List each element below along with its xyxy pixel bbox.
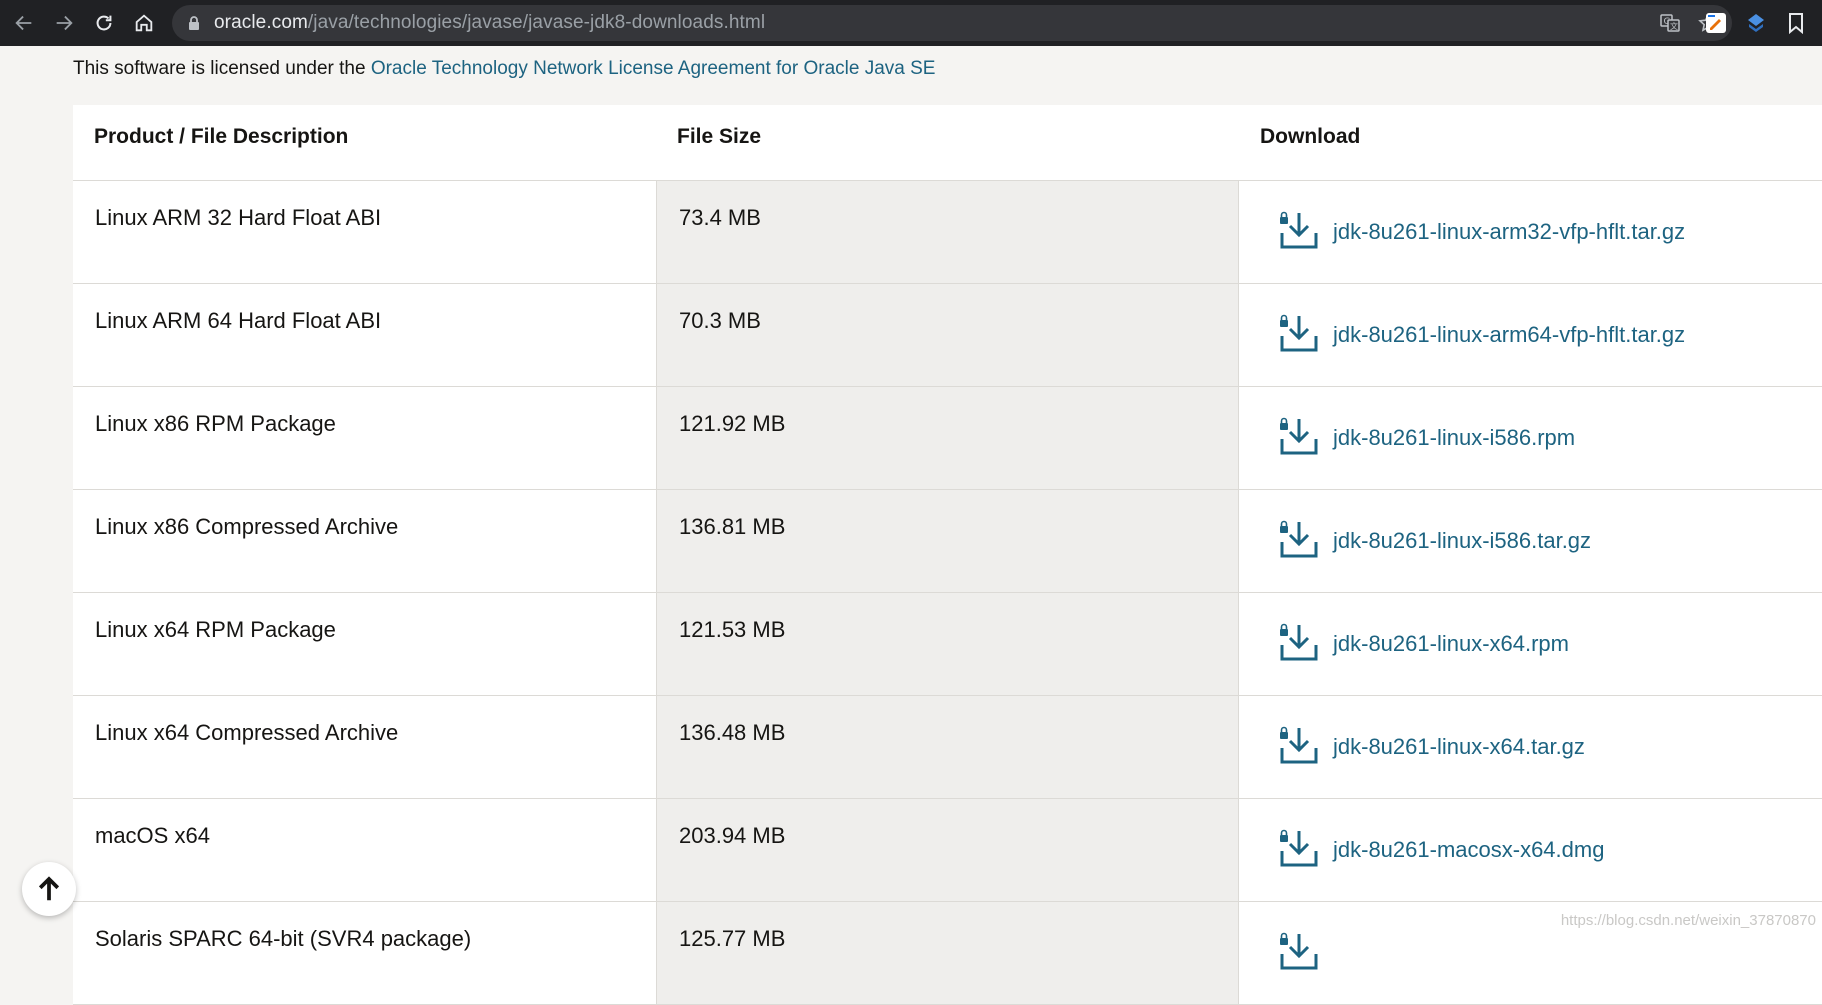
back-to-top-button[interactable] <box>22 862 76 916</box>
download-cell: jdk-8u261-linux-x64.tar.gz <box>1239 696 1822 798</box>
file-size: 136.81 MB <box>656 490 1239 592</box>
arrow-up-icon <box>38 876 60 901</box>
download-link[interactable]: jdk-8u261-linux-x64.tar.gz <box>1333 734 1585 760</box>
file-size: 203.94 MB <box>656 799 1239 901</box>
product-description: Linux ARM 32 Hard Float ABI <box>95 205 382 230</box>
table-row: macOS x64 203.94 MB jdk-8u261-macosx-x64.d… <box>73 799 1822 902</box>
download-link[interactable]: jdk-8u261-linux-arm64-vfp-hflt.tar.gz <box>1333 322 1685 348</box>
download-cell: jdk-8u261-linux-i586.rpm <box>1239 387 1822 489</box>
file-size: 136.48 MB <box>656 696 1239 798</box>
license-agreement-link[interactable]: Oracle Technology Network License Agreem… <box>371 58 936 79</box>
file-size: 121.92 MB <box>656 387 1239 489</box>
table-row: Linux ARM 64 Hard Float ABI 70.3 MB jdk-8u… <box>73 284 1822 387</box>
download-cell: jdk-8u261-linux-arm32-vfp-hflt.tar.gz <box>1239 181 1822 283</box>
table-row: Linux x86 RPM Package 121.92 MB jdk-8u261-… <box>73 387 1822 490</box>
address-bar[interactable]: oracle.com/java/technologies/javase/java… <box>172 5 1732 41</box>
table-row: Linux ARM 32 Hard Float ABI 73.4 MB jdk-8u… <box>73 181 1822 284</box>
home-button[interactable] <box>124 3 164 43</box>
download-lock-icon[interactable] <box>1277 827 1321 871</box>
forward-button[interactable] <box>44 3 84 43</box>
reload-button[interactable] <box>84 3 124 43</box>
download-link[interactable]: jdk-8u261-macosx-x64.dmg <box>1333 837 1604 863</box>
download-lock-icon[interactable] <box>1277 518 1321 562</box>
product-description: Linux x86 Compressed Archive <box>95 514 399 539</box>
url-host: oracle.com <box>214 12 308 33</box>
watermark: https://blog.csdn.net/weixin_37870870 <box>1560 912 1816 929</box>
reload-icon <box>96 15 112 31</box>
license-notice: This software is licensed under the Orac… <box>73 58 935 80</box>
download-link[interactable]: jdk-8u261-linux-x64.rpm <box>1333 631 1569 657</box>
table-body: Linux ARM 32 Hard Float ABI 73.4 MB jdk-8u… <box>73 181 1822 1005</box>
download-lock-icon[interactable] <box>1277 312 1321 356</box>
header-product: Product / File Description <box>94 125 349 148</box>
product-description: Linux x64 RPM Package <box>95 617 336 642</box>
browser-toolbar: oracle.com/java/technologies/javase/java… <box>0 0 1822 46</box>
product-description: macOS x64 <box>95 823 210 848</box>
forward-icon <box>56 15 73 31</box>
license-prefix: This software is licensed under the <box>73 58 371 79</box>
table-row: Linux x64 RPM Package 121.53 MB jdk-8u261-… <box>73 593 1822 696</box>
translate-icon[interactable]: G文 <box>1660 13 1680 33</box>
back-button[interactable] <box>4 3 44 43</box>
download-link[interactable]: jdk-8u261-linux-arm32-vfp-hflt.tar.gz <box>1333 219 1685 245</box>
file-size: 121.53 MB <box>656 593 1239 695</box>
download-cell: jdk-8u261-linux-x64.rpm <box>1239 593 1822 695</box>
product-description: Solaris SPARC 64-bit (SVR4 package) <box>95 926 472 951</box>
header-download: Download <box>1260 125 1361 148</box>
download-lock-icon[interactable] <box>1277 724 1321 768</box>
download-link[interactable]: jdk-8u261-linux-i586.tar.gz <box>1333 528 1591 554</box>
table-header: Product / File Description File Size Dow… <box>73 105 1822 181</box>
lock-icon[interactable] <box>186 15 202 31</box>
download-lock-icon[interactable] <box>1277 621 1321 665</box>
download-cell: jdk-8u261-linux-i586.tar.gz <box>1239 490 1822 592</box>
home-icon <box>135 14 153 32</box>
extension-icon[interactable] <box>1704 11 1728 35</box>
url-path: /java/technologies/javase/javase-jdk8-do… <box>307 12 766 33</box>
file-size: 125.77 MB <box>656 902 1239 1004</box>
download-lock-icon[interactable] <box>1277 209 1321 253</box>
extension-icon[interactable] <box>1744 11 1768 35</box>
table-row: Linux x64 Compressed Archive 136.48 MB jdk… <box>73 696 1822 799</box>
table-row: Linux x86 Compressed Archive 136.81 MB jdk… <box>73 490 1822 593</box>
table-row: Solaris SPARC 64-bit (SVR4 package) 125.7… <box>73 902 1822 1005</box>
downloads-table: Product / File Description File Size Dow… <box>73 105 1822 1005</box>
product-description: Linux x64 Compressed Archive <box>95 720 399 745</box>
back-icon <box>15 15 32 31</box>
file-size: 73.4 MB <box>656 181 1239 283</box>
url-text[interactable]: oracle.com/java/technologies/javase/java… <box>214 12 765 34</box>
extensions-area <box>1700 0 1822 46</box>
download-lock-icon[interactable] <box>1277 415 1321 459</box>
header-file-size: File Size <box>677 125 762 148</box>
product-description: Linux x86 RPM Package <box>95 411 336 436</box>
bookmark-icon[interactable] <box>1784 11 1808 35</box>
download-link[interactable]: jdk-8u261-linux-i586.rpm <box>1333 425 1575 451</box>
download-cell: jdk-8u261-linux-arm64-vfp-hflt.tar.gz <box>1239 284 1822 386</box>
product-description: Linux ARM 64 Hard Float ABI <box>95 308 382 333</box>
file-size: 70.3 MB <box>656 284 1239 386</box>
svg-text:文: 文 <box>1670 21 1678 31</box>
download-lock-icon[interactable] <box>1277 930 1321 974</box>
download-cell: jdk-8u261-macosx-x64.dmg <box>1239 799 1822 901</box>
